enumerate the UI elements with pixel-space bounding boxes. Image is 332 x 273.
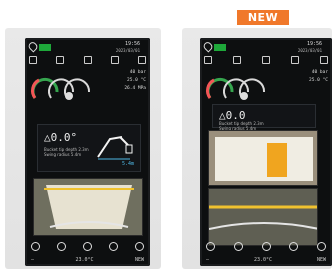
battery-icon (39, 44, 51, 51)
angle-value: △0.0° (44, 131, 78, 144)
person-icon[interactable] (204, 56, 212, 64)
angle-captions: Bucket tip depth 2.3m Swing radius 5.4m (44, 147, 89, 157)
arrow-icon[interactable] (83, 242, 92, 251)
left-screen: 19:56 2023/03/01 40 bar 25.0 °C 26.4 MPa… (25, 38, 150, 266)
rain-icon[interactable] (83, 56, 92, 64)
rain-icon[interactable] (262, 56, 270, 64)
camera-image (209, 189, 317, 245)
footer-center: 23.0°C (253, 257, 273, 263)
wifi-icon[interactable] (291, 56, 299, 64)
person-icon[interactable] (29, 56, 37, 64)
caption-2: Swing radius 5.4m (44, 152, 82, 157)
wifi-icon[interactable] (110, 56, 119, 64)
settings-icon[interactable] (31, 242, 40, 251)
footer-right: NEW (316, 257, 326, 263)
location-icon (26, 40, 40, 53)
home-icon[interactable] (135, 242, 144, 251)
digging-info-panel: △0.0 Bucket tip depth 2.3m Swing radius … (212, 104, 316, 131)
readings: 40 bar 25.0 °C (284, 70, 328, 86)
camera-icon[interactable] (57, 242, 66, 251)
excavator-arm-diagram (97, 136, 133, 160)
reading-3: 26.4 MPa (124, 86, 146, 91)
reading-2: 25.0 °C (309, 78, 328, 83)
toolbar (204, 56, 328, 66)
right-device: 19:56 2023/03/01 40 bar 25.0 °C △0.0 Buc… (182, 28, 332, 269)
rear-camera-view (33, 178, 143, 236)
reading-2: 25.0 °C (127, 78, 146, 83)
camera-image (209, 131, 317, 185)
gauge-cluster (31, 77, 91, 100)
date: 2023/03/01 (297, 48, 322, 53)
home-icon[interactable] (317, 242, 326, 251)
settings-icon[interactable] (206, 242, 215, 251)
time: 19:56 (306, 41, 322, 47)
menu-icon[interactable] (109, 242, 118, 251)
status-bar: 19:56 2023/03/01 (201, 40, 328, 54)
date: 2023/03/01 (115, 48, 140, 53)
footer-left: — (206, 257, 210, 263)
footer: — 23.0°C NEW (31, 257, 144, 263)
left-device: 19:56 2023/03/01 40 bar 25.0 °C 26.4 MPa… (5, 28, 161, 269)
camera-icon[interactable] (233, 242, 243, 251)
camera-image (34, 179, 142, 235)
distance-value: 5.4m (121, 161, 134, 167)
digging-info-panel: △0.0° Bucket tip depth 2.3m Swing radius… (37, 124, 141, 172)
image-icon[interactable] (233, 56, 241, 64)
front-camera-view (208, 130, 318, 186)
readings: 40 bar 25.0 °C 26.4 MPa (102, 70, 146, 94)
location-icon (201, 40, 215, 53)
arrow-icon[interactable] (261, 242, 271, 251)
toolbar (29, 56, 146, 66)
gauge-cluster (206, 77, 266, 100)
status-bar: 19:56 2023/03/01 (26, 40, 146, 54)
image-icon[interactable] (56, 56, 65, 64)
footer-left: — (31, 257, 35, 263)
time: 19:56 (124, 41, 140, 47)
reading-1: 40 bar (129, 70, 146, 75)
battery-icon (214, 44, 226, 51)
rear-camera-view (208, 188, 318, 246)
footer-center: 23.0°C (75, 257, 94, 263)
footer-right: NEW (134, 257, 144, 263)
footer: — 23.0°C NEW (206, 257, 326, 263)
bottom-controls (31, 242, 144, 252)
grid-icon[interactable] (320, 56, 328, 64)
new-badge: NEW (237, 10, 289, 25)
reading-1: 40 bar (311, 70, 328, 75)
grid-icon[interactable] (138, 56, 146, 64)
bottom-controls (206, 242, 326, 252)
menu-icon[interactable] (289, 242, 299, 251)
right-screen: 19:56 2023/03/01 40 bar 25.0 °C △0.0 Buc… (200, 38, 332, 266)
